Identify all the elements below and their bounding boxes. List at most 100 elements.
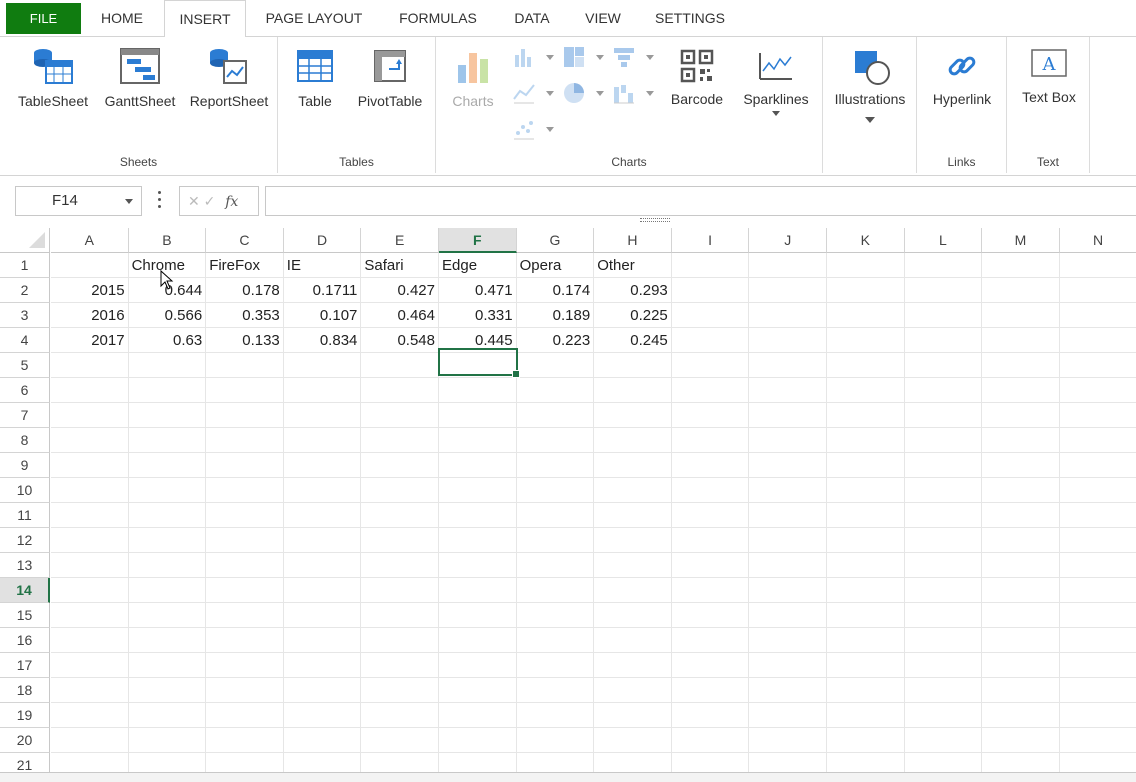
cell-h5[interactable] bbox=[594, 353, 672, 378]
cell-e20[interactable] bbox=[361, 728, 439, 753]
cell-b7[interactable] bbox=[128, 403, 207, 428]
cell-j8[interactable] bbox=[749, 428, 827, 453]
cell-d12[interactable] bbox=[283, 528, 362, 553]
cell-e13[interactable] bbox=[361, 553, 439, 578]
cell-e19[interactable] bbox=[361, 703, 439, 728]
cell-n15[interactable] bbox=[1059, 603, 1136, 628]
cell-f11[interactable] bbox=[439, 503, 517, 528]
cell-l20[interactable] bbox=[904, 728, 983, 753]
cell-j11[interactable] bbox=[749, 503, 827, 528]
cell-i10[interactable] bbox=[671, 478, 750, 503]
row-header-18[interactable]: 18 bbox=[0, 678, 50, 703]
cell-c9[interactable] bbox=[206, 453, 284, 478]
cell-e15[interactable] bbox=[361, 603, 439, 628]
illustrations-button[interactable]: Illustrations bbox=[827, 49, 913, 123]
cell-j19[interactable] bbox=[749, 703, 827, 728]
cell-b9[interactable] bbox=[128, 453, 207, 478]
row-header-9[interactable]: 9 bbox=[0, 453, 50, 478]
row-header-17[interactable]: 17 bbox=[0, 653, 50, 678]
cell-j12[interactable] bbox=[749, 528, 827, 553]
cell-k14[interactable] bbox=[827, 578, 905, 603]
cell-l3[interactable] bbox=[904, 303, 983, 328]
cell-m1[interactable] bbox=[982, 253, 1060, 278]
row-header-4[interactable]: 4 bbox=[0, 328, 50, 353]
cell-a5[interactable] bbox=[51, 353, 129, 378]
cell-g5[interactable] bbox=[516, 353, 595, 378]
funnel-chart-dropdown[interactable] bbox=[612, 45, 656, 73]
cell-n6[interactable] bbox=[1059, 378, 1136, 403]
cell-d4[interactable]: 0.834 bbox=[283, 328, 362, 353]
cell-n17[interactable] bbox=[1059, 653, 1136, 678]
cell-d7[interactable] bbox=[283, 403, 362, 428]
tab-settings[interactable]: SETTINGS bbox=[640, 0, 740, 37]
cell-d15[interactable] bbox=[283, 603, 362, 628]
cell-h7[interactable] bbox=[594, 403, 672, 428]
cell-l10[interactable] bbox=[904, 478, 983, 503]
cell-f16[interactable] bbox=[439, 628, 517, 653]
cell-c5[interactable] bbox=[206, 353, 284, 378]
formula-input[interactable] bbox=[265, 186, 1136, 216]
cell-j18[interactable] bbox=[749, 678, 827, 703]
cell-f10[interactable] bbox=[439, 478, 517, 503]
cell-i2[interactable] bbox=[671, 278, 750, 303]
cell-l2[interactable] bbox=[904, 278, 983, 303]
row-header-11[interactable]: 11 bbox=[0, 503, 50, 528]
cell-l8[interactable] bbox=[904, 428, 983, 453]
cell-n20[interactable] bbox=[1059, 728, 1136, 753]
cell-i6[interactable] bbox=[671, 378, 750, 403]
cell-g12[interactable] bbox=[516, 528, 595, 553]
cell-f13[interactable] bbox=[439, 553, 517, 578]
cell-n10[interactable] bbox=[1059, 478, 1136, 503]
cell-j2[interactable] bbox=[749, 278, 827, 303]
cell-a2[interactable]: 2015 bbox=[51, 278, 129, 303]
tab-home[interactable]: HOME bbox=[84, 0, 160, 37]
cell-d10[interactable] bbox=[283, 478, 362, 503]
cell-j1[interactable] bbox=[749, 253, 827, 278]
cell-c18[interactable] bbox=[206, 678, 284, 703]
cell-f20[interactable] bbox=[439, 728, 517, 753]
cell-i18[interactable] bbox=[671, 678, 750, 703]
cell-i12[interactable] bbox=[671, 528, 750, 553]
row-header-5[interactable]: 5 bbox=[0, 353, 50, 378]
cell-c17[interactable] bbox=[206, 653, 284, 678]
cell-a18[interactable] bbox=[51, 678, 129, 703]
cell-m2[interactable] bbox=[982, 278, 1060, 303]
cell-j7[interactable] bbox=[749, 403, 827, 428]
cell-m19[interactable] bbox=[982, 703, 1060, 728]
column-header-a[interactable]: A bbox=[51, 228, 129, 253]
cell-m6[interactable] bbox=[982, 378, 1060, 403]
cell-h20[interactable] bbox=[594, 728, 672, 753]
cell-m12[interactable] bbox=[982, 528, 1060, 553]
row-header-3[interactable]: 3 bbox=[0, 303, 50, 328]
cell-b14[interactable] bbox=[128, 578, 207, 603]
cell-a12[interactable] bbox=[51, 528, 129, 553]
cell-b3[interactable]: 0.566 bbox=[128, 303, 207, 328]
cell-k1[interactable] bbox=[827, 253, 905, 278]
cell-f9[interactable] bbox=[439, 453, 517, 478]
cell-a10[interactable] bbox=[51, 478, 129, 503]
cell-i15[interactable] bbox=[671, 603, 750, 628]
cell-m9[interactable] bbox=[982, 453, 1060, 478]
row-header-16[interactable]: 16 bbox=[0, 628, 50, 653]
cell-m17[interactable] bbox=[982, 653, 1060, 678]
cell-c19[interactable] bbox=[206, 703, 284, 728]
cell-b19[interactable] bbox=[128, 703, 207, 728]
column-header-g[interactable]: G bbox=[516, 228, 595, 253]
cell-j14[interactable] bbox=[749, 578, 827, 603]
cell-c14[interactable] bbox=[206, 578, 284, 603]
hyperlink-button[interactable]: Hyperlink bbox=[925, 49, 999, 107]
cell-b6[interactable] bbox=[128, 378, 207, 403]
cell-h9[interactable] bbox=[594, 453, 672, 478]
textbox-button[interactable]: A Text Box bbox=[1013, 47, 1085, 105]
cell-m14[interactable] bbox=[982, 578, 1060, 603]
cell-m10[interactable] bbox=[982, 478, 1060, 503]
cell-c15[interactable] bbox=[206, 603, 284, 628]
cell-b10[interactable] bbox=[128, 478, 207, 503]
cell-k15[interactable] bbox=[827, 603, 905, 628]
cell-f15[interactable] bbox=[439, 603, 517, 628]
cell-g16[interactable] bbox=[516, 628, 595, 653]
row-header-15[interactable]: 15 bbox=[0, 603, 50, 628]
cell-g9[interactable] bbox=[516, 453, 595, 478]
reportsheet-button[interactable]: ReportSheet bbox=[186, 47, 272, 109]
cell-h12[interactable] bbox=[594, 528, 672, 553]
